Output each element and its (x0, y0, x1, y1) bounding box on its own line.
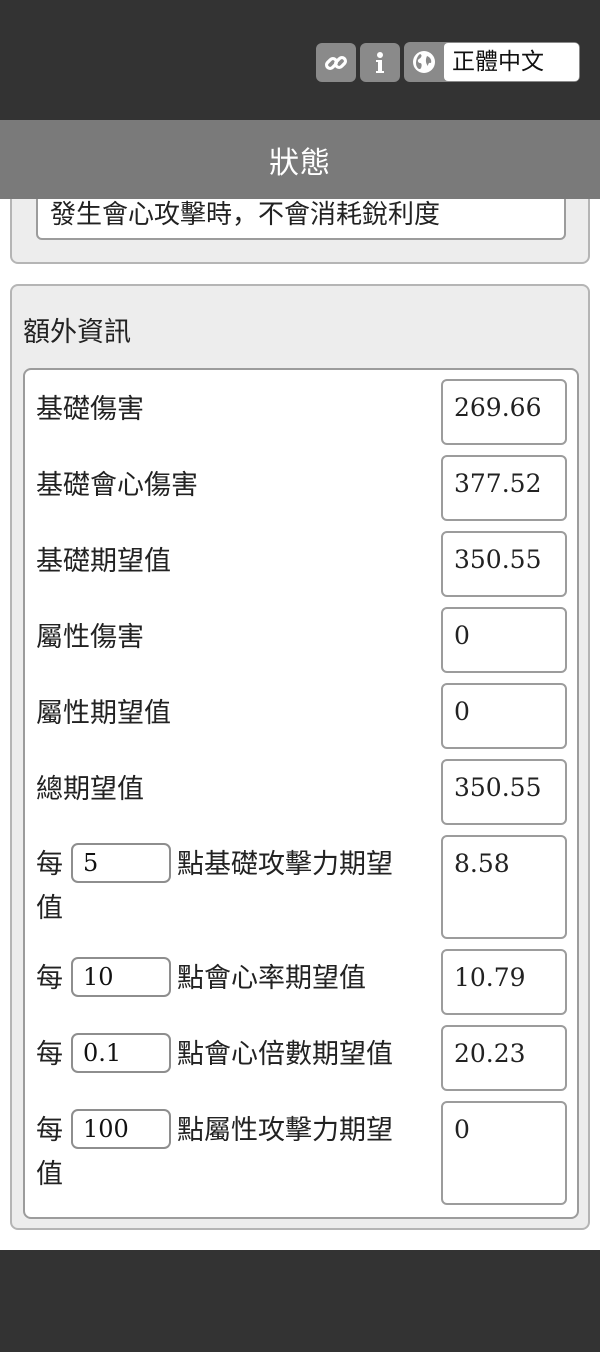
row-value: 0 (441, 607, 567, 673)
link-button[interactable] (316, 43, 356, 82)
row-label: 基礎傷害 (36, 394, 144, 425)
row-label: 總期望值 (36, 774, 144, 805)
info-icon (376, 51, 384, 73)
row-label: 屬性期望值 (36, 698, 171, 729)
top-bar: 正體中文 (0, 0, 600, 120)
per-prefix: 每 (36, 1039, 63, 1070)
per-row-label: 每 5 點基礎攻擊力期望值 (36, 842, 411, 931)
crit-rate-step-input[interactable]: 10 (71, 956, 171, 997)
language-select[interactable]: 正體中文 (444, 43, 579, 81)
per-suffix: 點會心倍數期望值 (177, 1039, 393, 1070)
extra-info-heading: 額外資訊 (23, 317, 131, 348)
row-value: 350.55 (441, 759, 567, 825)
crit-multiplier-step-input[interactable]: 0.1 (71, 1032, 171, 1073)
row-value: 0 (441, 683, 567, 749)
per-row-label: 每 100 點屬性攻擊力期望值 (36, 1108, 411, 1197)
per-prefix: 每 (36, 963, 63, 994)
globe-icon (413, 51, 435, 73)
per-row-label: 每 10 點會心率期望值 (36, 956, 411, 1001)
skill-description: 發生會心攻擊時，不會消耗銳利度 (50, 200, 441, 230)
row-value: 269.66 (441, 379, 567, 445)
per-prefix: 每 (36, 1115, 63, 1146)
row-label: 基礎期望值 (36, 546, 171, 577)
info-button[interactable] (360, 43, 400, 82)
base-attack-step-input[interactable]: 5 (71, 842, 171, 883)
per-row-label: 每 0.1 點會心倍數期望值 (36, 1032, 411, 1077)
footer (0, 1250, 600, 1352)
row-label: 基礎會心傷害 (36, 470, 198, 501)
row-value: 10.79 (441, 949, 567, 1015)
row-value: 8.58 (441, 835, 567, 939)
element-attack-step-input[interactable]: 100 (71, 1108, 171, 1149)
row-label: 屬性傷害 (36, 622, 144, 653)
row-value: 0 (441, 1101, 567, 1205)
row-value: 350.55 (441, 531, 567, 597)
page-title: 狀態 (0, 120, 600, 199)
row-value: 20.23 (441, 1025, 567, 1091)
link-icon (324, 55, 348, 70)
extra-info-list: 基礎傷害 269.66 基礎會心傷害 377.52 基礎期望值 350.55 屬… (23, 368, 579, 1219)
per-suffix: 點會心率期望值 (177, 963, 366, 994)
per-prefix: 每 (36, 849, 63, 880)
extra-info-panel: 額外資訊 基礎傷害 269.66 基礎會心傷害 377.52 基礎期望值 350… (10, 284, 590, 1230)
row-value: 377.52 (441, 455, 567, 521)
